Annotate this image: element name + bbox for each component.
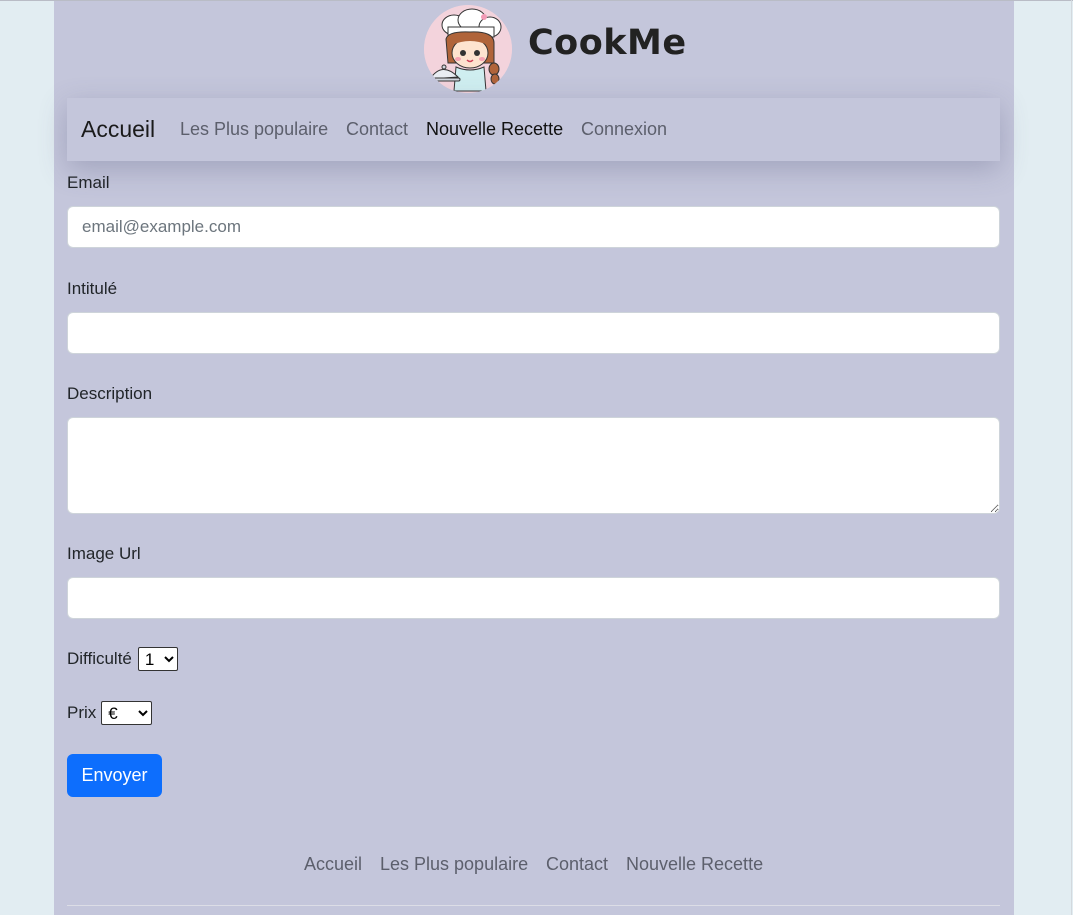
email-label: Email xyxy=(67,173,110,192)
submit-button[interactable]: Envoyer xyxy=(67,754,162,797)
brand-header: CookMe xyxy=(424,5,687,95)
footer-link-home[interactable]: Accueil xyxy=(304,854,362,875)
image-url-input[interactable] xyxy=(67,577,1000,619)
footer-link-popular[interactable]: Les Plus populaire xyxy=(380,854,528,875)
image-url-label: Image Url xyxy=(67,544,141,563)
chef-girl-logo-icon xyxy=(424,5,512,93)
brand-name[interactable]: CookMe xyxy=(528,23,687,63)
nav-link-contact[interactable]: Contact xyxy=(346,119,408,140)
description-label: Description xyxy=(67,384,153,403)
title-label: Intitulé xyxy=(67,279,118,298)
description-textarea[interactable] xyxy=(67,417,1000,514)
email-input[interactable] xyxy=(67,206,1000,248)
difficulty-select[interactable]: 1 xyxy=(137,647,178,671)
footer-link-contact[interactable]: Contact xyxy=(546,854,608,875)
nav-link-login[interactable]: Connexion xyxy=(581,119,667,140)
price-row: Prix € xyxy=(67,701,153,725)
difficulty-row: Difficulté 1 xyxy=(67,647,178,671)
title-input[interactable] xyxy=(67,312,1000,354)
price-select[interactable]: € xyxy=(101,701,153,725)
nav-link-popular[interactable]: Les Plus populaire xyxy=(180,119,328,140)
nav-brand-home[interactable]: Accueil xyxy=(81,116,155,143)
price-label: Prix xyxy=(67,703,97,722)
main-navbar: Accueil Les Plus populaire Contact Nouve… xyxy=(67,98,1000,161)
footer-divider xyxy=(67,905,1000,906)
nav-link-new-recipe[interactable]: Nouvelle Recette xyxy=(426,119,563,140)
footer-link-new-recipe[interactable]: Nouvelle Recette xyxy=(626,854,763,875)
window-right-border xyxy=(1071,0,1072,915)
page-container: CookMe Accueil Les Plus populaire Contac… xyxy=(54,1,1014,915)
difficulty-label: Difficulté xyxy=(67,649,132,668)
